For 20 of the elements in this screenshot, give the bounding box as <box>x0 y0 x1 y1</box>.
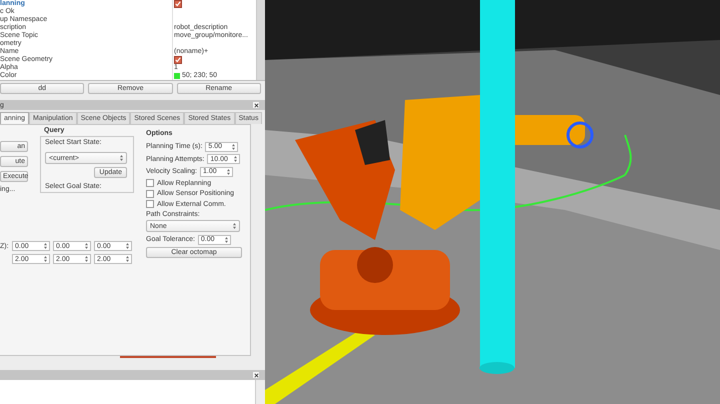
checkbox[interactable] <box>146 190 154 198</box>
close-icon[interactable] <box>253 102 259 108</box>
scrollbar[interactable] <box>256 0 265 80</box>
up-down-arrows-icon <box>120 155 123 161</box>
up-down-arrows-icon <box>224 236 228 242</box>
up-down-arrows-icon <box>226 168 230 174</box>
up-down-arrows-icon <box>126 243 129 249</box>
up-down-arrows-icon <box>85 243 88 249</box>
up-down-arrows-icon <box>44 256 47 262</box>
up-down-arrows-icon <box>232 144 236 150</box>
up-down-arrows-icon <box>233 223 236 229</box>
property-checkbox[interactable] <box>174 0 182 8</box>
up-down-arrows-icon <box>126 256 129 262</box>
property-checkbox[interactable] <box>174 56 182 64</box>
checkbox[interactable] <box>146 200 154 208</box>
close-icon[interactable] <box>253 372 259 378</box>
up-down-arrows-icon <box>85 256 88 262</box>
up-down-arrows-icon <box>234 156 238 162</box>
up-down-arrows-icon <box>44 243 47 249</box>
checkbox[interactable] <box>146 179 154 187</box>
